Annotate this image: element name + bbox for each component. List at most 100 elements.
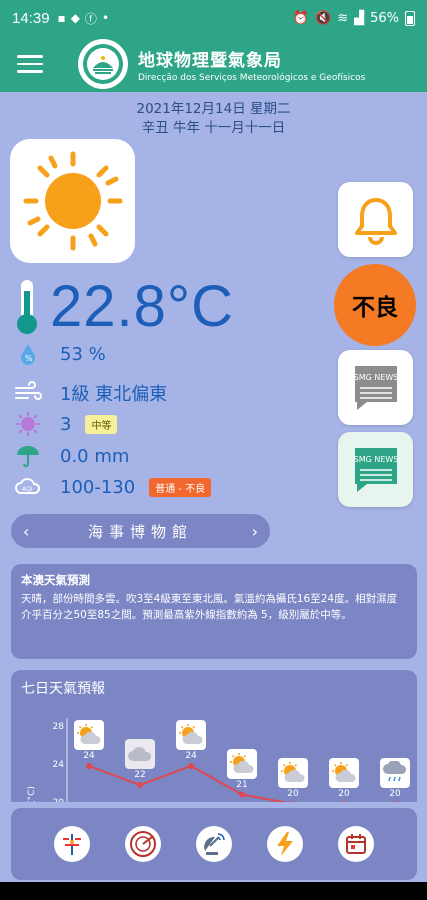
app-bar: 地球物理暨氣象局 Direcção dos Serviços Meteoroló… xyxy=(0,36,427,92)
air-quality-icon: AQI xyxy=(12,475,44,499)
header-subtitle: Direcção dos Serviços Meteorológicos e G… xyxy=(138,72,366,83)
warning-bell-button[interactable] xyxy=(338,182,413,257)
satellite-button[interactable] xyxy=(195,826,232,862)
news-green-icon: SMG NEWS xyxy=(353,447,398,492)
smg-news-button[interactable]: SMG NEWS xyxy=(338,350,413,425)
news-label: SMG NEWS xyxy=(353,373,398,382)
partly-cloudy-icon xyxy=(281,762,305,782)
bottom-toolbar xyxy=(11,808,417,880)
temperature-row: 22.8°C xyxy=(12,273,234,339)
temperature-point xyxy=(86,763,92,769)
next-station-button[interactable]: › xyxy=(252,522,258,541)
weather-condition-card[interactable] xyxy=(10,139,135,263)
wind-row: 1級 東北偏東 xyxy=(12,380,167,406)
wind-value: 1級 東北偏東 xyxy=(60,384,168,405)
umbrella-icon xyxy=(12,443,44,469)
local-forecast-title: 本澳天氣預測 xyxy=(21,573,90,587)
station-name[interactable]: 海事博物館 xyxy=(88,521,193,542)
menu-button[interactable] xyxy=(0,36,60,92)
uv-value: 3 xyxy=(60,413,72,435)
rainfall-value: 0.0 mm xyxy=(60,445,130,467)
radar-icon xyxy=(129,831,156,857)
day-weather-1 xyxy=(74,720,104,750)
air-quality-badge: 普通 - 不良 xyxy=(149,477,212,497)
temperature-point xyxy=(341,801,347,802)
partly-cloudy-icon xyxy=(77,724,101,744)
air-quality-row: AQI 100-130 普通 - 不良 xyxy=(12,474,212,500)
weather-station-button[interactable] xyxy=(53,826,90,862)
sunny-icon xyxy=(23,151,122,251)
humidity-row: % 53 % xyxy=(12,341,106,367)
day-temperature-label: 24 xyxy=(185,751,197,761)
lunar-date: 辛丑 牛年 十一月十一日 xyxy=(141,120,286,136)
wind-icon xyxy=(12,381,44,405)
partly-cloudy-icon xyxy=(230,752,254,773)
day-temperature-label: 20 xyxy=(389,789,401,799)
rainfall-row: 0.0 mm xyxy=(12,443,129,469)
day-temperature-label: 20 xyxy=(287,789,299,799)
gregorian-date: 2021年12月14日 星期二 xyxy=(136,101,291,117)
day-weather-3 xyxy=(176,720,206,750)
mute-icon: 🔇 xyxy=(315,10,332,26)
humidity-value: 53 % xyxy=(60,343,106,365)
rain-icon xyxy=(383,761,407,782)
news-icon: SMG NEWS xyxy=(353,365,398,410)
smg-logo xyxy=(78,39,128,89)
local-forecast-card[interactable]: 本澳天氣預測 天晴，部份時間多雲。吹3至4級東至東北風。氣溫約為攝氏16至24度… xyxy=(11,564,417,659)
smg-news-green-button[interactable]: SMG NEWS xyxy=(338,432,413,507)
temperature-point xyxy=(137,782,143,788)
day-weather-7 xyxy=(380,758,410,788)
dot-icon: • xyxy=(101,11,110,25)
prev-station-button[interactable]: ‹ xyxy=(23,522,29,541)
humidity-icon: % xyxy=(12,342,44,366)
air-quality-status-button[interactable]: 不良 xyxy=(334,264,416,346)
day-temperature-label: 24 xyxy=(83,751,95,761)
partly-cloudy-icon xyxy=(179,724,203,744)
satellite-icon xyxy=(204,833,225,855)
day-weather-4 xyxy=(227,748,257,779)
thermometer-icon xyxy=(17,280,37,334)
wifi-icon: ≋ xyxy=(337,10,349,26)
seven-day-forecast-card[interactable]: 七日天氣預報 28 24 20 (°C) 24222421202020 xyxy=(11,670,417,802)
system-nav-bar xyxy=(0,882,427,900)
svg-text:%: % xyxy=(25,354,33,363)
cloudy-icon xyxy=(128,747,152,761)
calendar-button[interactable] xyxy=(338,826,375,862)
status-time: 14:39 xyxy=(12,9,50,27)
battery-percent: 56% xyxy=(370,10,399,26)
uv-level-badge: 中等 xyxy=(85,414,118,434)
air-quality-value: 100-130 xyxy=(60,476,136,498)
day-weather-6 xyxy=(329,758,359,788)
lightning-button[interactable] xyxy=(267,826,304,862)
day-temperature-label: 21 xyxy=(236,779,248,790)
status-bar: 14:39 ▪ ◆ ⓕ • ⏰ 🔇 ≋ ▟ 56% xyxy=(0,0,427,36)
facebook-icon: ⓕ xyxy=(84,11,97,26)
partly-cloudy-icon xyxy=(332,762,356,782)
calendar-icon xyxy=(346,834,367,854)
temperature-point xyxy=(290,801,296,802)
radar-button[interactable] xyxy=(124,826,161,862)
day-weather-2 xyxy=(125,739,155,769)
uv-row: 3 中等 xyxy=(12,411,118,437)
temperature-point xyxy=(239,791,245,798)
battery-icon xyxy=(405,10,415,26)
day-temperature-label: 20 xyxy=(338,789,350,799)
svg-text:AQI: AQI xyxy=(22,486,33,493)
news-green-label: SMG NEWS xyxy=(353,455,398,464)
header-title: 地球物理暨氣象局 xyxy=(138,50,282,71)
station-selector: ‹ 海事博物館 › xyxy=(11,514,270,548)
lightning-icon xyxy=(277,832,294,856)
alarm-icon: ⏰ xyxy=(292,10,309,26)
temperature-point xyxy=(392,801,398,802)
date-display: 2021年12月14日 星期二 辛丑 牛年 十一月十一日 xyxy=(0,100,427,138)
day-temperature-label: 22 xyxy=(134,770,146,780)
app-notification-icon: ◆ xyxy=(70,11,80,25)
uv-icon xyxy=(12,411,44,437)
notification-icon: ▪ xyxy=(57,11,66,25)
bell-icon xyxy=(354,197,397,245)
signal-icon: ▟ xyxy=(354,10,365,26)
weather-station-icon xyxy=(62,834,81,855)
temperature-point xyxy=(188,763,194,769)
day-weather-5 xyxy=(278,758,308,788)
temperature-value: 22.8°C xyxy=(50,273,234,339)
